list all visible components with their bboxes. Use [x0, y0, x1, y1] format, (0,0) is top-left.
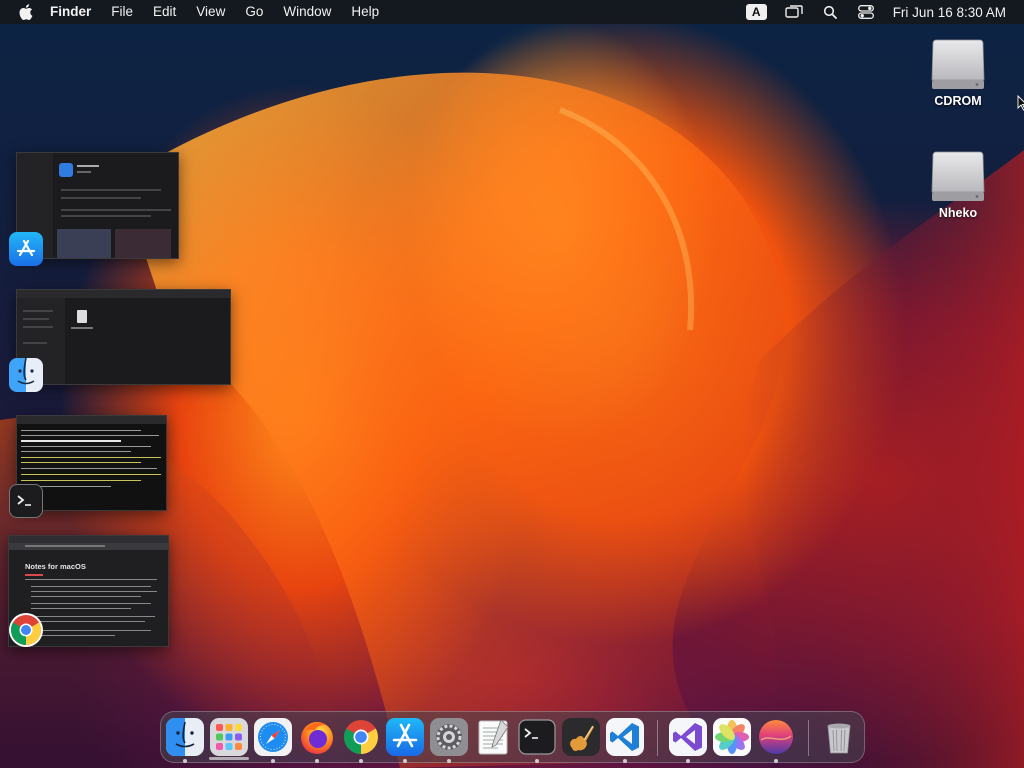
screen-mirroring-icon[interactable]: [784, 4, 803, 20]
dock-system-preferences-icon[interactable]: [430, 718, 468, 756]
finder-icon: [9, 358, 43, 392]
desktop-disk-cdrom[interactable]: CDROM: [913, 34, 1003, 108]
chrome-page-title: Notes for macOS: [25, 562, 86, 571]
desktop-disk-nheko[interactable]: Nheko: [913, 146, 1003, 220]
dock-finder-icon[interactable]: [166, 718, 204, 756]
menu-window[interactable]: Window: [283, 0, 331, 24]
dock-terminal-icon[interactable]: [518, 718, 556, 756]
menu-bar-clock[interactable]: Fri Jun 16 8:30 AM: [893, 5, 1006, 20]
hard-drive-icon: [929, 146, 987, 204]
terminal-icon: [9, 484, 43, 518]
dock-garageband-icon[interactable]: [562, 718, 600, 756]
running-indicator: [271, 759, 275, 763]
running-indicator: [315, 759, 319, 763]
control-center-icon[interactable]: [857, 4, 875, 20]
menu-file[interactable]: File: [111, 0, 133, 24]
dock-trash-icon[interactable]: [820, 718, 858, 756]
menu-help[interactable]: Help: [351, 0, 379, 24]
running-indicator: [403, 759, 407, 763]
running-indicator: [686, 759, 690, 763]
chrome-icon: [9, 613, 43, 647]
dock-visual-studio-icon[interactable]: [669, 718, 707, 756]
window-thumbnail-finder[interactable]: [16, 289, 231, 385]
input-source-indicator[interactable]: A: [745, 4, 767, 20]
dock: [160, 711, 865, 763]
mouse-cursor-icon: [1017, 94, 1024, 116]
disk-label: CDROM: [934, 94, 982, 108]
running-indicator: [447, 759, 451, 763]
dock-launchpad-icon[interactable]: [210, 718, 248, 756]
dock-safari-icon[interactable]: [254, 718, 292, 756]
running-indicator: [183, 759, 187, 763]
dock-separator: [657, 720, 658, 756]
hard-drive-icon: [929, 34, 987, 92]
dock-macos-installer-icon[interactable]: [757, 718, 795, 756]
dock-separator: [808, 720, 809, 756]
running-indicator: [623, 759, 627, 763]
menu-edit[interactable]: Edit: [153, 0, 176, 24]
dock-scroll-indicator: [209, 757, 249, 760]
running-indicator: [359, 759, 363, 763]
dock-firefox-icon[interactable]: [298, 718, 336, 756]
app-store-icon: [9, 232, 43, 266]
running-indicator: [774, 759, 778, 763]
running-indicator: [535, 759, 539, 763]
menu-app-name[interactable]: Finder: [50, 0, 91, 24]
disk-label: Nheko: [938, 206, 978, 220]
menu-go[interactable]: Go: [245, 0, 263, 24]
dock-photos-icon[interactable]: [713, 718, 751, 756]
dock-chrome-icon[interactable]: [342, 718, 380, 756]
menu-bar: Finder File Edit View Go Window Help A F…: [0, 0, 1024, 24]
dock-vscode-icon[interactable]: [606, 718, 644, 756]
menu-view[interactable]: View: [196, 0, 225, 24]
apple-menu-icon[interactable]: [16, 2, 36, 22]
spotlight-search-icon[interactable]: [821, 4, 839, 20]
dock-app-store-icon[interactable]: [386, 718, 424, 756]
dock-textedit-icon[interactable]: [474, 718, 512, 756]
